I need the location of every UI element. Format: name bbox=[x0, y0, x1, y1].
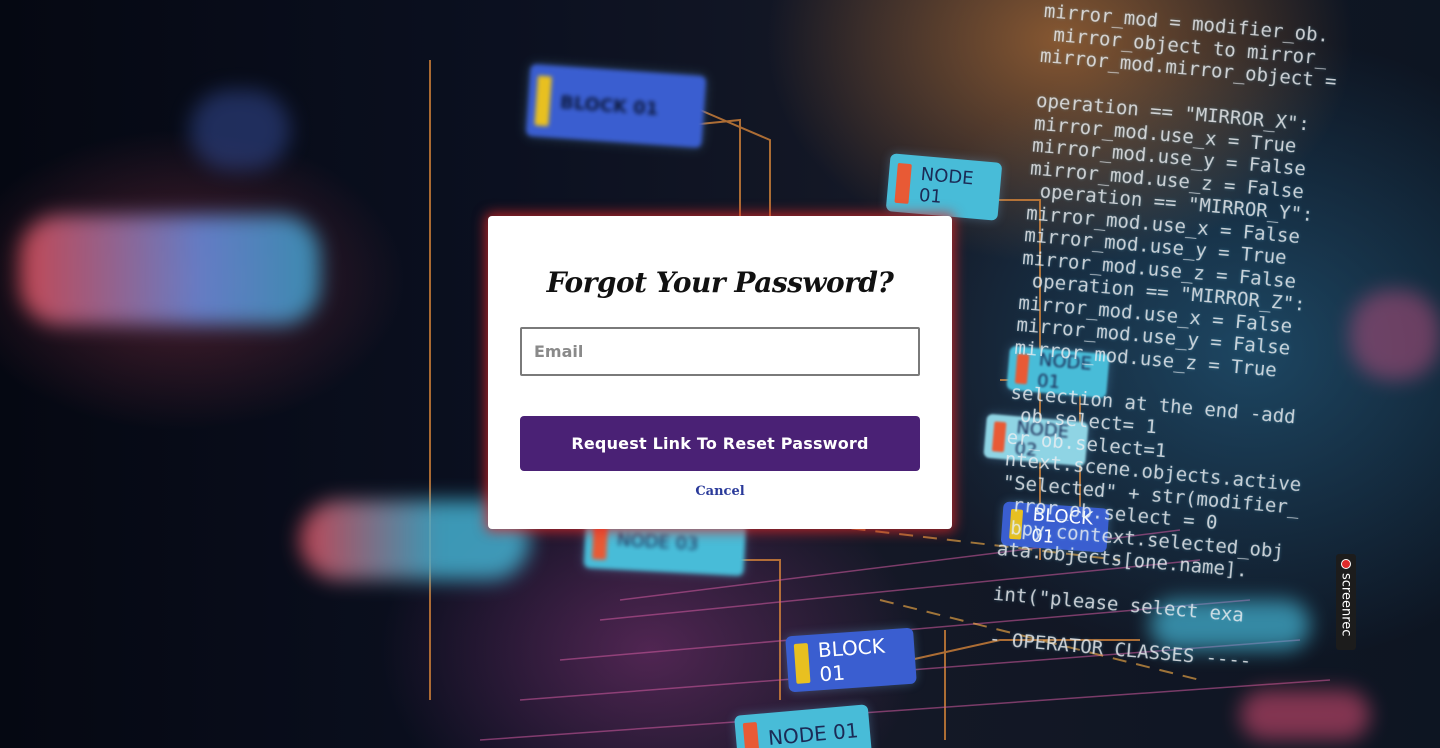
request-reset-link-button[interactable]: Request Link To Reset Password bbox=[520, 416, 920, 471]
screenrec-widget[interactable]: screenrec bbox=[1336, 554, 1356, 650]
screenrec-label: screenrec bbox=[1338, 573, 1354, 637]
chip-label: BLOCK 01 bbox=[817, 633, 886, 687]
chip-tab bbox=[742, 721, 760, 748]
background-chip: BLOCK 01 bbox=[785, 627, 917, 693]
cancel-link[interactable]: Cancel bbox=[488, 484, 952, 499]
chip-label: NODE 01 bbox=[767, 718, 860, 748]
forgot-password-modal: Forgot Your Password? Request Link To Re… bbox=[488, 216, 952, 529]
record-icon bbox=[1341, 559, 1351, 569]
chip-tab bbox=[894, 162, 912, 205]
background-chip: NODE 01 bbox=[885, 153, 1003, 221]
chip-label: NODE 01 bbox=[918, 163, 975, 208]
background-chip: BLOCK 01 bbox=[525, 63, 707, 149]
chip-tab bbox=[793, 643, 811, 684]
chip-label: BLOCK 01 bbox=[559, 91, 659, 120]
blurred-node bbox=[190, 90, 290, 170]
modal-title: Forgot Your Password? bbox=[546, 266, 894, 299]
email-input[interactable] bbox=[520, 327, 920, 376]
chip-tab bbox=[534, 75, 552, 127]
chip-tab bbox=[991, 420, 1007, 453]
blurred-node bbox=[20, 215, 320, 325]
chip-label: NODE 03 bbox=[616, 529, 700, 555]
background-code: mirror_mod = modifier_ob. mirror_object … bbox=[980, 0, 1439, 748]
